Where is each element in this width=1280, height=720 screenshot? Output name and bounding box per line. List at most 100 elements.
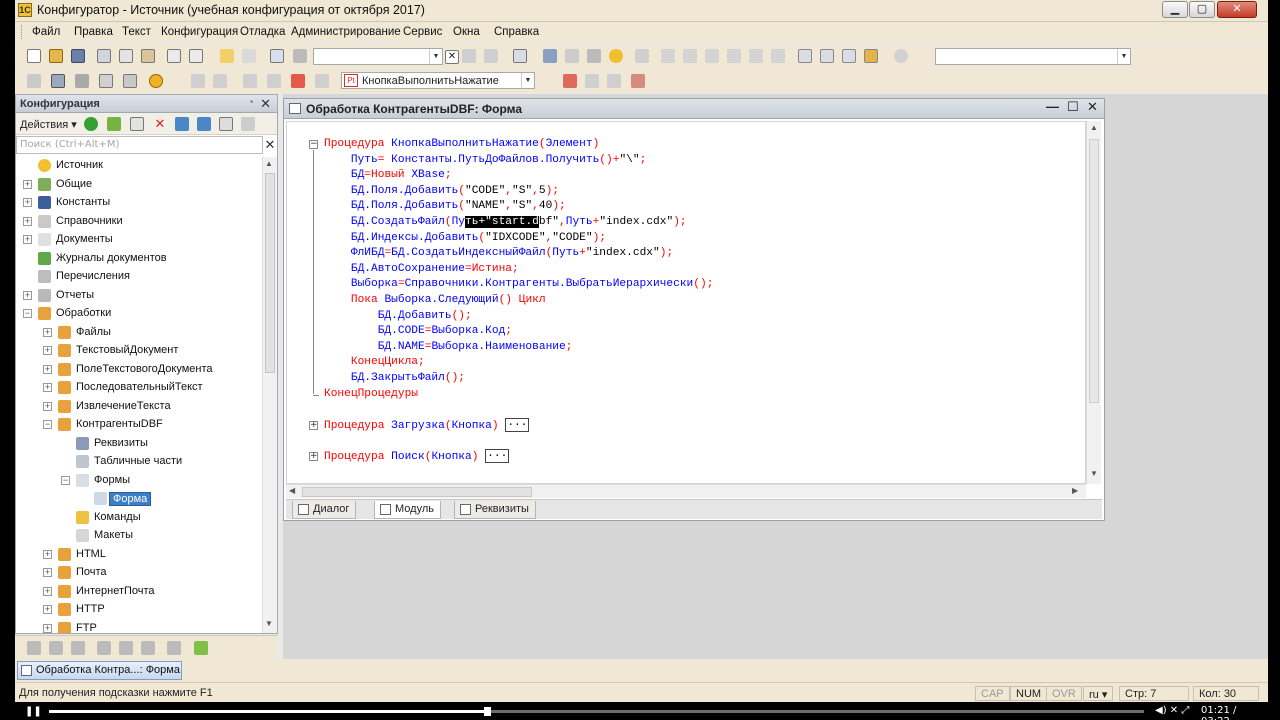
code-horizontal-scrollbar[interactable]: ◀ ▶ [286, 484, 1086, 498]
tree-item[interactable]: + Справочники [16, 213, 262, 231]
tree-item[interactable]: + ТекстовыйДокумент [16, 342, 262, 360]
tree-tool1-icon[interactable] [27, 641, 41, 655]
scroll-right-icon[interactable]: ▶ [1072, 486, 1078, 495]
tree-scrollbar[interactable]: ▲ ▼ [262, 157, 277, 633]
tools-icon[interactable] [543, 49, 557, 63]
tree-item[interactable]: Форма [16, 490, 262, 508]
pin-icon[interactable]: ▪ [250, 97, 253, 106]
menu-debug[interactable]: Отладка [240, 26, 285, 38]
menu-file[interactable]: Файл [32, 26, 60, 38]
code-vertical-scrollbar[interactable]: ▲ ▼ [1086, 121, 1101, 484]
tree-item[interactable]: − Формы [16, 472, 262, 490]
minimize-button[interactable]: ▁ [1162, 1, 1188, 18]
copy-icon[interactable] [130, 117, 144, 131]
edit-icon[interactable] [107, 117, 121, 131]
expand-icon[interactable]: + [309, 452, 318, 461]
menu-service[interactable]: Сервис [403, 26, 442, 38]
collapse-icon[interactable]: − [23, 309, 32, 318]
quick-select-combo[interactable]: ▼ [935, 48, 1131, 65]
expand-icon[interactable]: + [23, 235, 32, 244]
window-icon[interactable] [513, 49, 527, 63]
tree-item[interactable]: Команды [16, 509, 262, 527]
tab-module[interactable]: Модуль [374, 501, 441, 519]
run-debug-icon[interactable] [149, 74, 163, 88]
tree-item[interactable]: + FTP [16, 620, 262, 633]
tree-item[interactable]: + Файлы [16, 324, 262, 342]
expand-icon[interactable]: + [43, 549, 52, 559]
clear-search-icon[interactable]: ✕ [263, 136, 277, 154]
scroll-thumb[interactable] [1089, 139, 1099, 403]
expand-icon[interactable]: + [309, 420, 318, 430]
open-icon[interactable] [49, 49, 63, 63]
tree-item[interactable]: Источник [16, 157, 262, 175]
menu-configuration[interactable]: Конфигурация [161, 26, 238, 38]
tree-item[interactable]: Реквизиты [16, 435, 262, 453]
tree-tool2-icon[interactable] [49, 641, 63, 655]
tab-dialog[interactable]: Диалог [292, 501, 357, 519]
collapsed-block-icon[interactable]: ... [505, 417, 530, 432]
taskbar-item-form[interactable]: Обработка Контра...: Форма [17, 661, 182, 680]
save-icon[interactable] [71, 49, 85, 63]
compare-icon[interactable] [123, 74, 137, 88]
breakpoint-list-icon[interactable] [213, 74, 227, 88]
tree-item[interactable]: + ПолеТекстовогоДокумента [16, 361, 262, 379]
cut-icon[interactable] [97, 49, 111, 63]
tree-item[interactable]: − КонтрагентыDBF [16, 416, 262, 434]
bookmark-add-icon[interactable] [705, 49, 719, 63]
scroll-left-icon[interactable]: ◀ [289, 486, 295, 495]
menu-text[interactable]: Текст [122, 26, 151, 38]
tree-tool3-icon[interactable] [71, 641, 85, 655]
close-button[interactable]: ✕ [1217, 1, 1257, 18]
maximize-button[interactable]: ☐ [1067, 99, 1079, 115]
tab-attributes[interactable]: Реквизиты [454, 501, 536, 519]
bookmark-icon[interactable] [635, 49, 649, 63]
expand-icon[interactable]: + [43, 568, 52, 577]
minimize-button[interactable]: — [1046, 99, 1059, 114]
redo-icon[interactable] [242, 49, 256, 63]
scroll-thumb[interactable] [265, 173, 275, 373]
scroll-down-icon[interactable]: ▼ [1090, 469, 1098, 478]
tree-item[interactable]: Макеты [16, 527, 262, 545]
chevron-down-icon[interactable]: ▼ [1117, 49, 1130, 64]
scroll-thumb[interactable] [302, 487, 532, 497]
info-icon[interactable] [609, 49, 623, 63]
module-icon[interactable] [587, 49, 601, 63]
search-icon[interactable] [293, 49, 307, 63]
player-controls[interactable]: ◀) ✕ ⤢ [1155, 705, 1189, 716]
expand-icon[interactable]: + [43, 346, 52, 355]
procedure-new-icon[interactable] [563, 74, 577, 88]
bookmark-clear-icon[interactable] [771, 49, 785, 63]
tree-item[interactable]: − Обработки [16, 305, 262, 323]
move-down-icon[interactable] [197, 117, 211, 131]
tree-item[interactable]: + ИнтернетПочта [16, 583, 262, 601]
tree-item[interactable]: + Документы [16, 231, 262, 249]
menu-windows[interactable]: Окна [453, 26, 480, 38]
undo-icon[interactable] [220, 49, 234, 63]
tree-tool4-icon[interactable] [97, 641, 111, 655]
goto-def-icon[interactable] [585, 74, 599, 88]
uncomment-lines-icon[interactable] [267, 74, 281, 88]
config-icon[interactable] [27, 74, 41, 88]
bracket-icon[interactable] [661, 49, 675, 63]
tree-item[interactable]: + HTTP [16, 601, 262, 619]
close-icon[interactable]: ✕ [260, 96, 271, 112]
collapsed-block-icon[interactable]: ... [485, 448, 510, 463]
db-icon[interactable] [75, 74, 89, 88]
expand-icon[interactable]: + [23, 216, 32, 226]
bookmark-prev-icon[interactable] [749, 49, 763, 63]
print-icon[interactable] [167, 49, 181, 63]
expand-icon[interactable]: + [43, 327, 52, 337]
tree-item[interactable]: + ПоследовательныйТекст [16, 379, 262, 397]
language-indicator[interactable]: ru ▾ [1083, 686, 1114, 701]
expand-icon[interactable]: + [43, 586, 52, 596]
delete-icon[interactable]: ✕ [153, 117, 167, 131]
procedure-select[interactable]: Pt КнопкаВыполнитьНажатие ▼ [341, 72, 535, 89]
seek-handle[interactable] [484, 707, 491, 716]
tree-item[interactable]: Табличные части [16, 453, 262, 471]
template-icon[interactable] [631, 74, 645, 88]
tree-item[interactable]: + Константы [16, 194, 262, 212]
bookmark-next-icon[interactable] [727, 49, 741, 63]
add-icon[interactable] [84, 117, 98, 131]
maximize-button[interactable]: ▢ [1189, 1, 1215, 18]
expand-icon[interactable]: + [43, 383, 52, 392]
